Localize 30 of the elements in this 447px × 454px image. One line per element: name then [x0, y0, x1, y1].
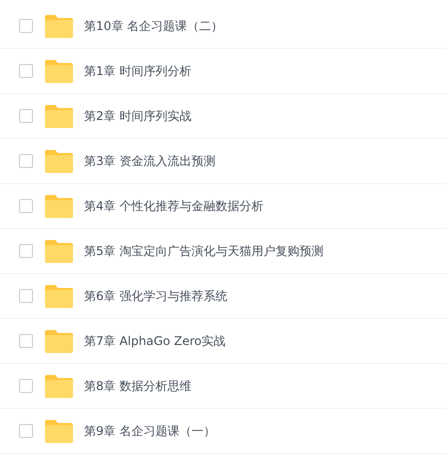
- folder-name-link[interactable]: 第9章 名企习题课（一）: [84, 422, 216, 440]
- folder-icon: [45, 420, 73, 442]
- folder-name-link[interactable]: 第6章 强化学习与推荐系统: [84, 287, 228, 305]
- folder-icon: [45, 330, 73, 352]
- checkbox[interactable]: [19, 154, 33, 168]
- folder-icon: [45, 374, 73, 398]
- folder-name-link[interactable]: 第3章 资金流入流出预测: [84, 152, 216, 170]
- folder-icon: [45, 14, 73, 38]
- checkbox[interactable]: [19, 379, 33, 393]
- folder-name-link[interactable]: 第2章 时间序列实战: [84, 107, 192, 125]
- checkbox[interactable]: [19, 334, 33, 348]
- checkbox[interactable]: [19, 244, 33, 258]
- checkbox[interactable]: [19, 424, 33, 438]
- folder-icon: [45, 194, 73, 218]
- folder-name-link[interactable]: 第8章 数据分析思维: [84, 377, 192, 395]
- checkbox[interactable]: [19, 19, 33, 33]
- checkbox[interactable]: [19, 199, 33, 213]
- folder-icon: [45, 150, 73, 172]
- checkbox[interactable]: [19, 289, 33, 303]
- folder-icon: [45, 240, 73, 262]
- folder-name-link[interactable]: 第10章 名企习题课（二）: [84, 17, 224, 35]
- checkbox[interactable]: [19, 109, 33, 123]
- folder-name-link[interactable]: 第1章 时间序列分析: [84, 62, 192, 80]
- folder-icon: [45, 284, 73, 308]
- folder-name-link[interactable]: 第7章 AlphaGo Zero实战: [84, 332, 226, 350]
- folder-icon: [45, 104, 73, 128]
- folder-name-link[interactable]: 第5章 淘宝定向广告演化与天猫用户复购预测: [84, 242, 324, 260]
- folder-name-link[interactable]: 第4章 个性化推荐与金融数据分析: [84, 197, 264, 215]
- checkbox[interactable]: [19, 64, 33, 78]
- folder-icon: [45, 60, 73, 82]
